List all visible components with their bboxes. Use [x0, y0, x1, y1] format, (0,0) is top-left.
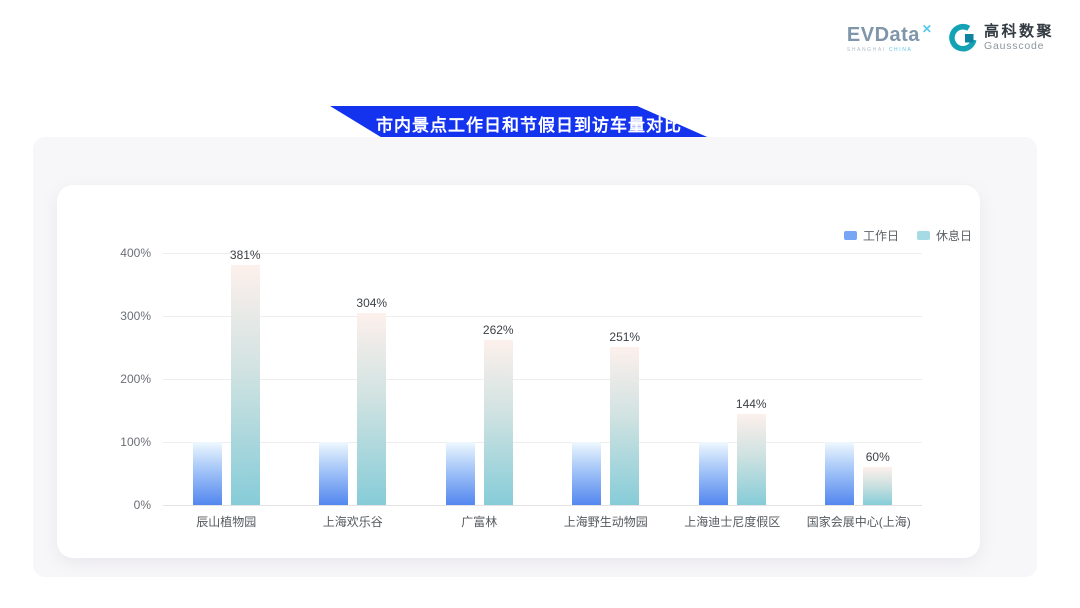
chart-legend: 工作日 休息日 [844, 227, 972, 244]
category-label: 广富林 [406, 513, 553, 530]
y-tick-label: 100% [91, 435, 151, 449]
evdata-logo-text: EVData [847, 25, 920, 45]
bar-restday[interactable]: 381% [231, 265, 260, 505]
y-tick-label: 0% [91, 498, 151, 512]
gausscode-g-icon [948, 22, 978, 54]
header-logos: EVData ✕ SHANGHAI CHINA 高科数聚 Gausscode [847, 22, 1054, 54]
category-label: 辰山植物园 [153, 513, 300, 530]
title-banner: 市内景点工作日和节假日到访车量对比 [330, 106, 714, 140]
evdata-subtext-shanghai: SHANGHAI [847, 47, 886, 53]
y-tick-label: 400% [91, 246, 151, 260]
bar-workday[interactable] [699, 442, 728, 505]
evdata-subtext-china: CHINA [889, 47, 913, 53]
evdata-logo-subtext: SHANGHAI CHINA [847, 47, 912, 53]
y-tick-label: 200% [91, 372, 151, 386]
category-label: 上海迪士尼度假区 [659, 513, 806, 530]
bar-value-label: 381% [230, 248, 261, 262]
bar-workday[interactable] [446, 442, 475, 505]
bar-group: 60%国家会展中心(上海) [796, 253, 923, 505]
y-tick-label: 300% [91, 309, 151, 323]
gausscode-logo-en: Gausscode [984, 40, 1054, 53]
bar-workday[interactable] [572, 442, 601, 505]
chart-card: 工作日 休息日 0%100%200%300%400%381%辰山植物园304%上… [57, 185, 980, 558]
gridline [163, 505, 922, 506]
plot-area: 0%100%200%300%400%381%辰山植物园304%上海欢乐谷262%… [163, 253, 922, 505]
bar-workday[interactable] [825, 442, 854, 505]
bar-value-label: 144% [736, 397, 767, 411]
page-title: 市内景点工作日和节假日到访车量对比 [362, 111, 682, 136]
bar-restday[interactable]: 60% [863, 467, 892, 505]
evdata-logo-wordmark: EVData ✕ [847, 25, 932, 45]
evdata-x-icon: ✕ [922, 19, 932, 39]
legend-item-restday[interactable]: 休息日 [917, 227, 972, 244]
gausscode-logo: 高科数聚 Gausscode [948, 22, 1054, 54]
category-label: 上海欢乐谷 [280, 513, 427, 530]
bar-value-label: 304% [356, 296, 387, 310]
legend-label-restday: 休息日 [936, 227, 972, 244]
bar-group: 251%上海野生动物园 [543, 253, 670, 505]
bar-value-label: 60% [866, 450, 890, 464]
bar-workday[interactable] [319, 442, 348, 505]
bar-restday[interactable]: 251% [610, 347, 639, 505]
chart-panel: 工作日 休息日 0%100%200%300%400%381%辰山植物园304%上… [33, 137, 1037, 577]
bar-value-label: 251% [609, 330, 640, 344]
bar-workday[interactable] [193, 442, 222, 505]
legend-label-workday: 工作日 [863, 227, 899, 244]
bar-group: 144%上海迪士尼度假区 [669, 253, 796, 505]
bar-restday[interactable]: 304% [357, 313, 386, 505]
legend-swatch-workday [844, 231, 857, 240]
bar-value-label: 262% [483, 323, 514, 337]
legend-swatch-restday [917, 231, 930, 240]
category-label: 上海野生动物园 [533, 513, 680, 530]
bar-restday[interactable]: 262% [484, 340, 513, 505]
gausscode-logo-textblock: 高科数聚 Gausscode [984, 23, 1054, 53]
legend-item-workday[interactable]: 工作日 [844, 227, 899, 244]
evdata-logo: EVData ✕ SHANGHAI CHINA [847, 22, 932, 53]
bar-group: 304%上海欢乐谷 [290, 253, 417, 505]
page: EVData ✕ SHANGHAI CHINA 高科数聚 Gausscode 市… [0, 0, 1080, 608]
bar-restday[interactable]: 144% [737, 414, 766, 505]
category-label: 国家会展中心(上海) [786, 513, 933, 530]
gausscode-logo-cn: 高科数聚 [984, 23, 1054, 40]
bar-group: 262%广富林 [416, 253, 543, 505]
bar-group: 381%辰山植物园 [163, 253, 290, 505]
